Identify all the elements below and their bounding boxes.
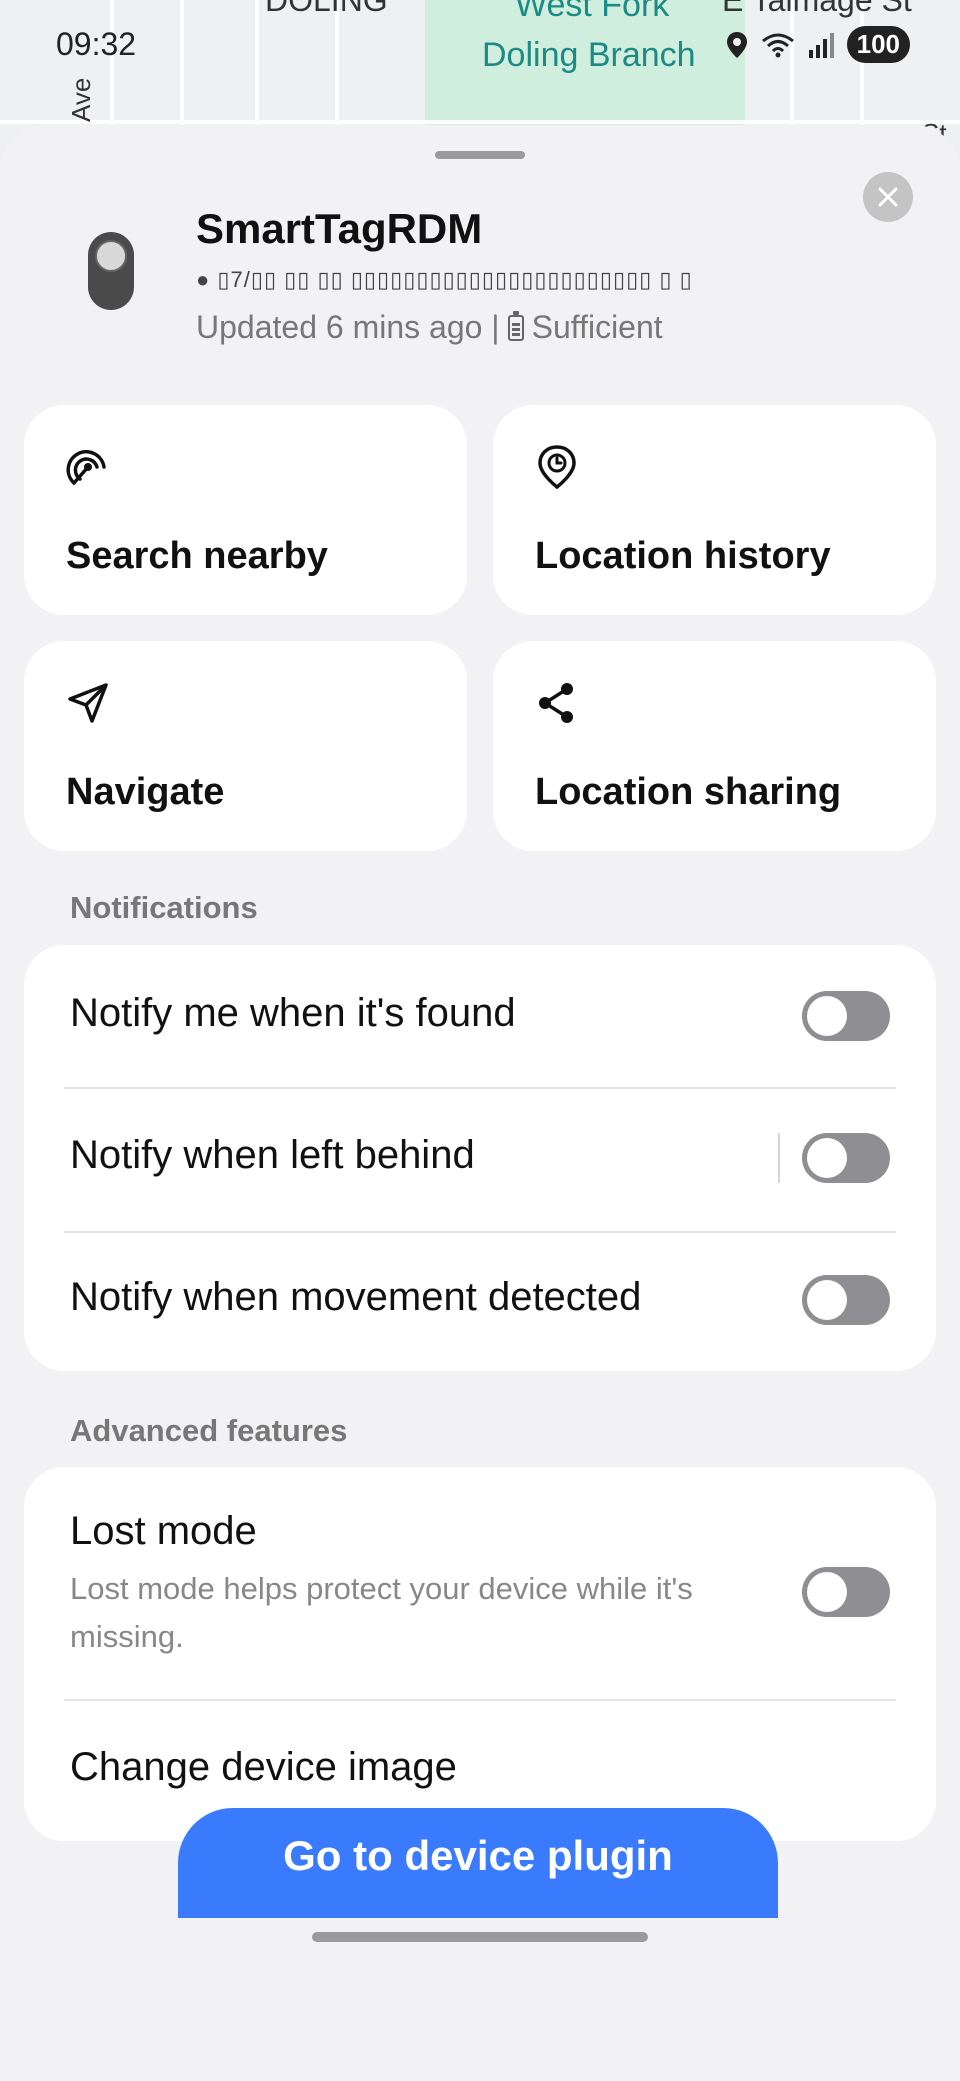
close-icon [878,187,898,207]
close-button[interactable] [863,172,913,222]
battery-status: Sufficient [531,309,663,345]
location-pin-icon [726,31,747,58]
notify-found-row[interactable]: Notify me when it's found [24,945,936,1087]
lost-mode-row[interactable]: Lost mode Lost mode helps protect your d… [24,1467,936,1699]
map-road [0,120,960,124]
search-nearby-label: Search nearby [66,535,328,577]
toggle-knob [807,1572,847,1612]
row-separator [778,1133,780,1183]
status-icons: 100 [725,26,910,63]
notify-found-label: Notify me when it's found [70,991,516,1035]
map-label-west-fork: West Fork [515,0,670,24]
sheet-drag-handle[interactable] [435,151,525,159]
battery-indicator: 100 [846,26,910,63]
map-label-doling: DOLING [265,0,388,18]
notify-left-behind-toggle[interactable] [802,1133,890,1183]
notifications-section-title: Notifications [70,890,258,925]
notify-movement-label: Notify when movement detected [70,1275,642,1319]
notify-found-toggle[interactable] [802,991,890,1041]
location-history-button[interactable]: Location history [493,405,936,615]
status-time: 09:32 [56,26,137,62]
lost-mode-description: Lost mode helps protect your device whil… [70,1571,693,1654]
location-history-label: Location history [535,535,831,577]
device-status: Updated 6 mins ago | Sufficient [196,309,663,346]
location-sharing-label: Location sharing [535,771,842,813]
wifi-icon [761,33,794,57]
map-label-ave: Ave [66,77,96,122]
navigate-button[interactable]: Navigate [24,641,467,851]
go-to-device-plugin-label: Go to device plugin [283,1832,673,1879]
signal-icon [808,32,834,58]
notifications-group: Notify me when it's found Notify when le… [24,945,936,1371]
notify-movement-row[interactable]: Notify when movement detected [24,1233,936,1371]
notify-left-behind-label: Notify when left behind [70,1133,475,1177]
map-label-street: E Talmage St [722,0,912,18]
share-icon [539,683,573,723]
navigate-icon [68,683,108,723]
smarttag-device-icon [88,232,134,310]
toggle-knob [807,996,847,1036]
device-name: SmartTagRDM [196,205,483,252]
device-sheet: SmartTagRDM ● ▯7/▯▯ ▯▯ ▯▯ ▯▯▯▯▯▯▯▯▯▯▯▯▯▯… [0,125,960,2081]
lost-mode-label: Lost mode [70,1509,257,1553]
go-to-device-plugin-button[interactable]: Go to device plugin [178,1808,778,1918]
lost-mode-toggle[interactable] [802,1567,890,1617]
change-device-image-label: Change device image [70,1745,457,1789]
updated-text: Updated 6 mins ago | [196,309,500,345]
toggle-knob [807,1138,847,1178]
navigate-label: Navigate [66,771,225,813]
search-nearby-button[interactable]: Search nearby [24,405,467,615]
advanced-section-title: Advanced features [70,1413,348,1448]
notify-left-behind-row[interactable]: Notify when left behind [24,1089,936,1231]
location-history-icon [538,445,576,490]
search-nearby-icon [66,450,106,485]
map-label-doling-branch: Doling Branch [482,36,696,74]
location-sharing-button[interactable]: Location sharing [493,641,936,851]
notify-movement-toggle[interactable] [802,1275,890,1325]
device-address: ● ▯7/▯▯ ▯▯ ▯▯ ▯▯▯▯▯▯▯▯▯▯▯▯▯▯▯▯▯▯▯▯▯▯▯ ▯ … [196,267,693,292]
home-indicator[interactable] [312,1932,648,1942]
toggle-knob [807,1280,847,1320]
battery-icon [507,310,524,341]
advanced-group: Lost mode Lost mode helps protect your d… [24,1467,936,1841]
